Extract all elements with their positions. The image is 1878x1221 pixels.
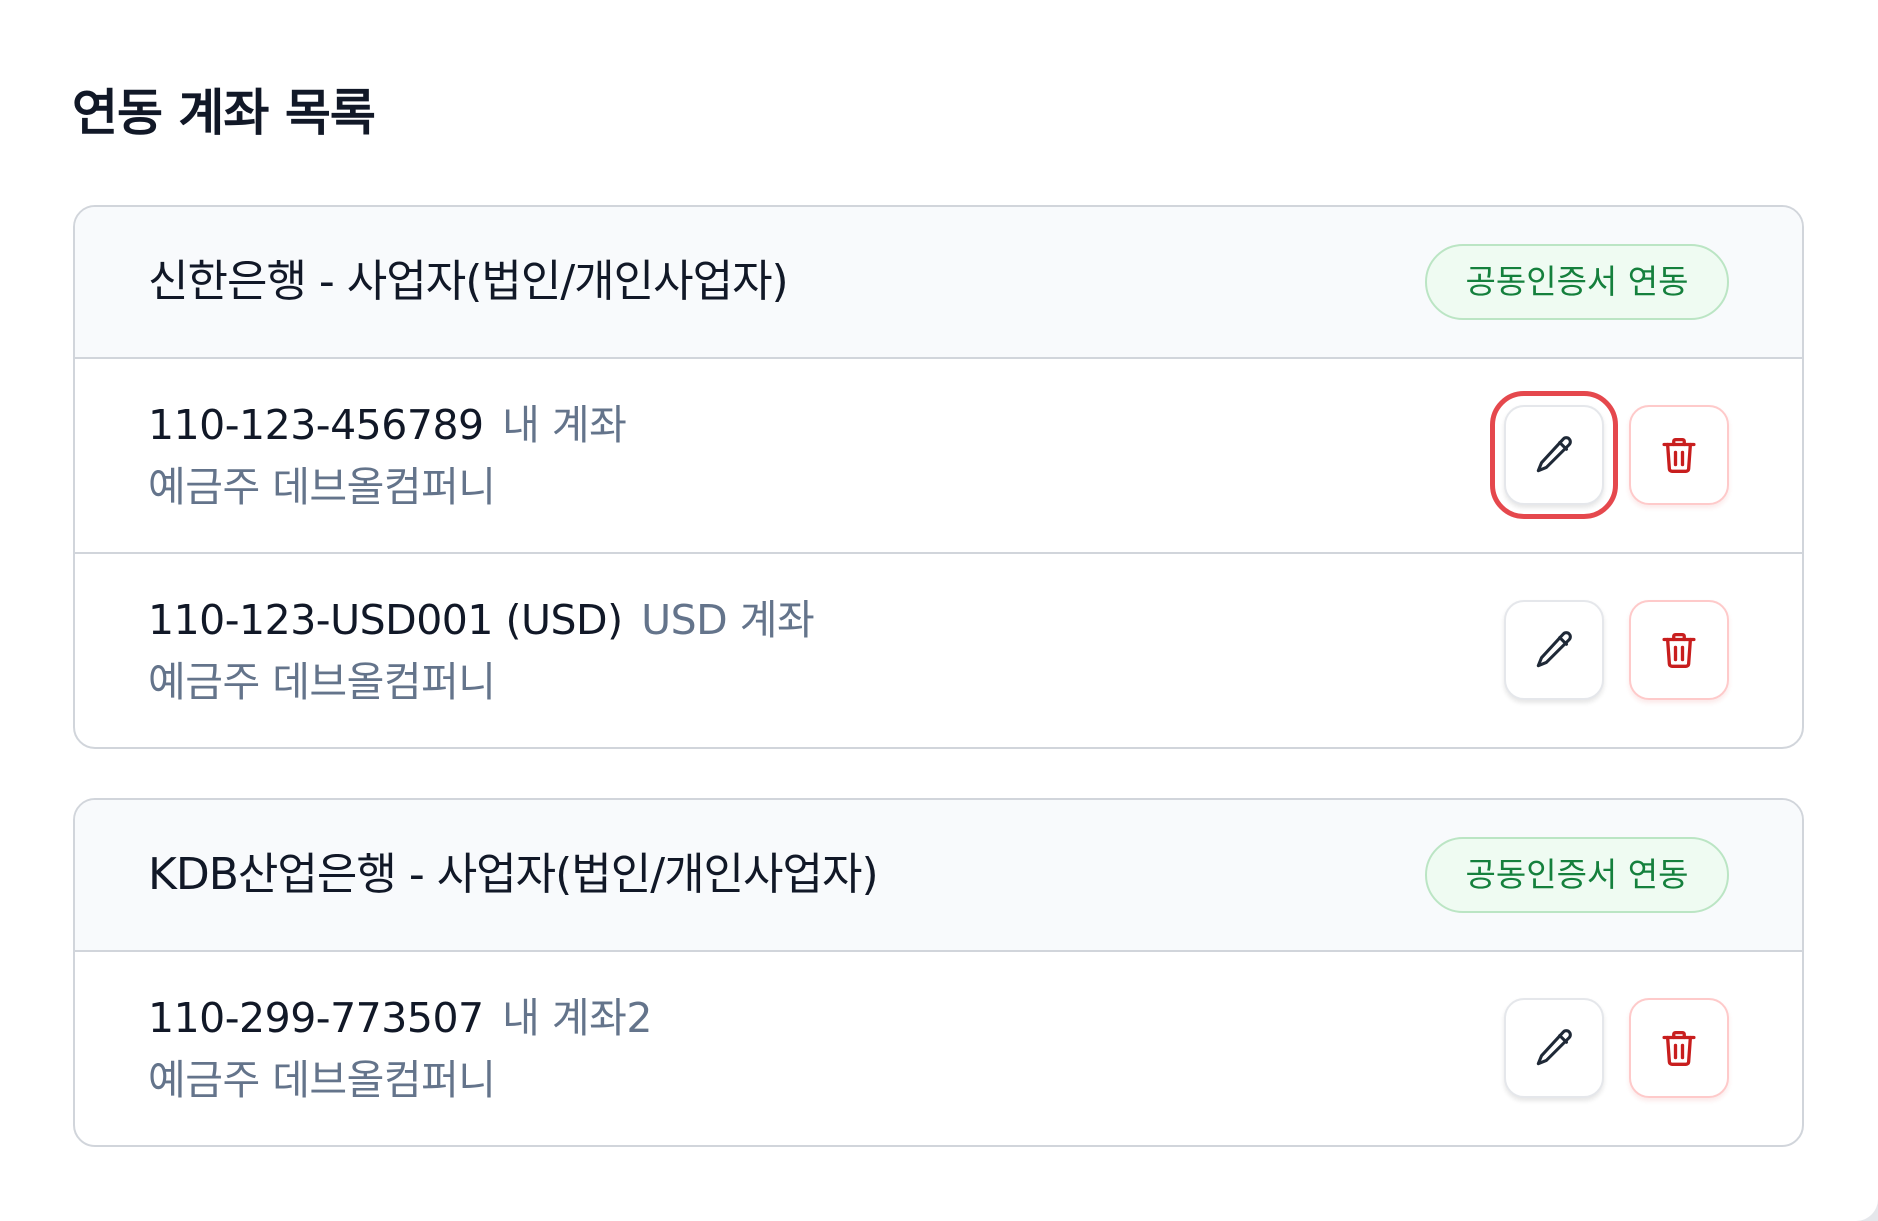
bank-card-shinhan: 신한은행 - 사업자(법인/개인사업자) 공동인증서 연동 110-123-45…	[73, 205, 1804, 749]
page-title: 연동 계좌 목록	[72, 84, 376, 142]
account-number: 110-123-USD001 (USD)	[148, 596, 623, 644]
account-holder: 예금주 데브올컴퍼니	[148, 1056, 496, 1104]
edit-account-button[interactable]	[1504, 998, 1604, 1098]
bank-card-header: KDB산업은행 - 사업자(법인/개인사업자) 공동인증서 연동	[75, 800, 1802, 952]
delete-account-button[interactable]	[1629, 998, 1729, 1098]
account-number: 110-123-456789	[148, 401, 484, 449]
account-row: 110-123-456789 내 계좌 예금주 데브올컴퍼니	[75, 359, 1802, 554]
bank-card-header: 신한은행 - 사업자(법인/개인사업자) 공동인증서 연동	[75, 207, 1802, 359]
account-alias: USD 계좌	[641, 596, 815, 644]
pencil-icon	[1536, 631, 1572, 668]
trash-icon	[1662, 632, 1696, 668]
delete-account-button[interactable]	[1629, 600, 1729, 700]
account-holder: 예금주 데브올컴퍼니	[148, 463, 496, 511]
edit-account-button[interactable]	[1504, 600, 1604, 700]
trash-icon	[1662, 1030, 1696, 1066]
edit-account-button[interactable]	[1490, 391, 1618, 519]
account-number: 110-299-773507	[148, 994, 484, 1042]
cert-linked-badge: 공동인증서 연동	[1425, 244, 1729, 320]
bank-name: KDB산업은행 - 사업자(법인/개인사업자)	[148, 849, 879, 900]
bank-name: 신한은행 - 사업자(법인/개인사업자)	[148, 256, 789, 307]
linked-accounts-panel: 연동 계좌 목록 신한은행 - 사업자(법인/개인사업자) 공동인증서 연동 1…	[0, 0, 1878, 1221]
cert-linked-badge: 공동인증서 연동	[1425, 837, 1729, 913]
account-row: 110-123-USD001 (USD) USD 계좌 예금주 데브올컴퍼니	[75, 554, 1802, 747]
account-alias: 내 계좌	[502, 401, 627, 449]
bank-card-kdb: KDB산업은행 - 사업자(법인/개인사업자) 공동인증서 연동 110-299…	[73, 798, 1804, 1147]
account-row: 110-299-773507 내 계좌2 예금주 데브올컴퍼니	[75, 952, 1802, 1145]
account-holder: 예금주 데브올컴퍼니	[148, 658, 496, 706]
delete-account-button[interactable]	[1629, 405, 1729, 505]
account-alias: 내 계좌2	[502, 994, 652, 1042]
pencil-icon	[1536, 436, 1572, 473]
trash-icon	[1662, 437, 1696, 473]
pencil-icon	[1536, 1029, 1572, 1066]
